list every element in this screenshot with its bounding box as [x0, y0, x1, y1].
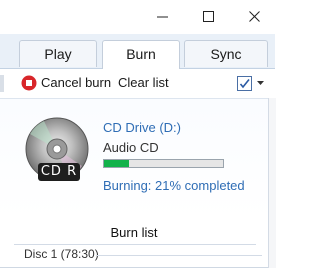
tab-sync[interactable]: Sync [184, 40, 268, 67]
cancel-burn-label: Cancel burn [41, 75, 112, 90]
maximize-button[interactable] [186, 0, 232, 34]
list-options-checkbox-icon [237, 76, 252, 91]
maximize-icon [203, 11, 214, 22]
disc-group-header: Disc 1 (78:30) [24, 247, 99, 261]
burn-status-link[interactable]: Burning: 21% completed [103, 178, 245, 193]
disc-type-label: Audio CD [103, 140, 159, 155]
pane-edge [0, 75, 4, 92]
list-options-button[interactable] [237, 76, 267, 92]
chevron-down-icon [257, 81, 264, 85]
divider [96, 255, 262, 256]
cd-disc-icon [25, 117, 89, 181]
minimize-icon [157, 16, 168, 18]
divider [14, 244, 256, 245]
clear-list-button[interactable]: Clear list [118, 75, 169, 90]
cd-r-badge: CD R [38, 163, 80, 181]
burn-progress-bar [103, 159, 224, 168]
drive-status-panel: CD R CD Drive (D:) Audio CD Burning: 21%… [0, 98, 268, 219]
close-icon [249, 11, 260, 22]
scrollbar-track[interactable] [268, 98, 276, 268]
burn-progress-fill [104, 160, 129, 167]
tab-play[interactable]: Play [19, 40, 97, 67]
close-button[interactable] [232, 0, 278, 34]
window-title-bar [0, 0, 275, 34]
minimize-button[interactable] [140, 0, 186, 34]
tab-strip: Play Burn Sync [0, 34, 275, 69]
drive-name-link[interactable]: CD Drive (D:) [103, 120, 181, 135]
burn-list-heading: Burn list [110, 225, 158, 240]
tab-burn[interactable]: Burn [102, 40, 180, 69]
burn-toolbar: Cancel burn Clear list [0, 69, 275, 98]
stop-icon [21, 75, 37, 91]
